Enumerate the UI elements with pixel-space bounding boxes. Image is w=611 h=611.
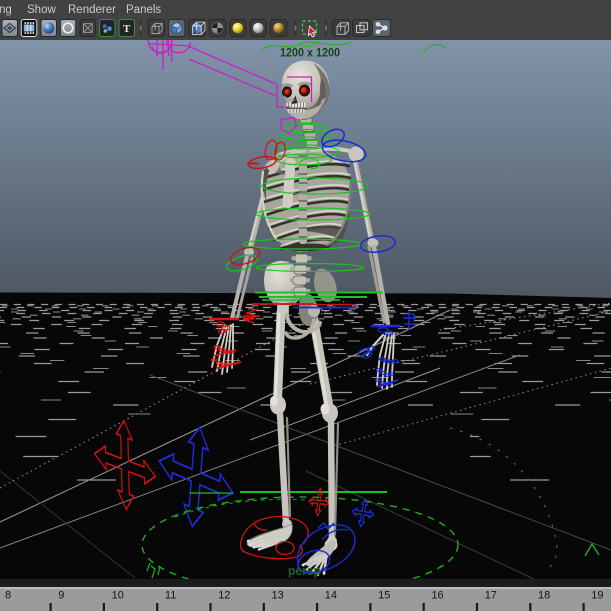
svg-text:11: 11 xyxy=(165,590,176,602)
svg-text:T: T xyxy=(123,23,131,35)
svg-text:19: 19 xyxy=(591,590,603,602)
svg-text:18: 18 xyxy=(538,590,550,602)
svg-text:17: 17 xyxy=(485,590,497,602)
svg-text:persp: persp xyxy=(288,564,321,578)
svg-text:13: 13 xyxy=(272,590,284,602)
svg-text:10: 10 xyxy=(112,590,124,602)
svg-text:Renderer: Renderer xyxy=(68,4,116,16)
svg-text:ng: ng xyxy=(0,4,12,16)
svg-text:16: 16 xyxy=(431,590,443,602)
svg-text:Show: Show xyxy=(27,4,56,16)
svg-text:9: 9 xyxy=(58,590,64,602)
svg-text:14: 14 xyxy=(325,590,337,602)
svg-text:Panels: Panels xyxy=(126,4,161,16)
svg-text:8: 8 xyxy=(5,590,11,602)
svg-text:1200 x 1200: 1200 x 1200 xyxy=(280,46,340,60)
svg-text:15: 15 xyxy=(378,590,390,602)
svg-text:12: 12 xyxy=(218,590,230,602)
